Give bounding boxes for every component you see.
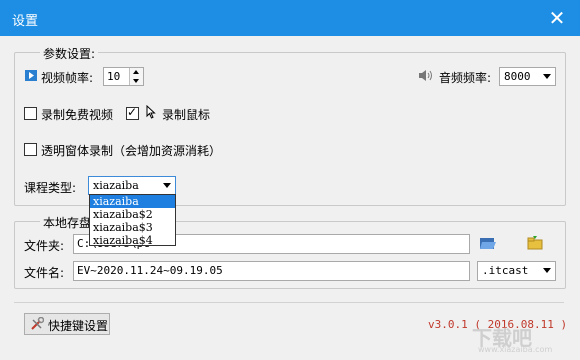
chevron-down-icon — [163, 183, 171, 188]
speaker-icon — [418, 69, 434, 82]
close-button[interactable]: ✕ — [540, 3, 574, 33]
dropdown-option[interactable]: xiazaiba — [90, 195, 175, 208]
video-icon — [25, 70, 37, 81]
frame-rate-label: 视频帧率: — [41, 71, 94, 85]
chevron-down-icon — [543, 268, 551, 273]
frame-rate-spinner[interactable]: 10 — [103, 67, 144, 86]
transparent-record-label: 透明窗体录制（会增加资源消耗） — [41, 144, 222, 158]
course-type-value: xiazaiba — [93, 179, 139, 192]
frame-rate-value: 10 — [107, 70, 121, 83]
params-legend: 参数设置: — [40, 45, 99, 62]
shortcut-settings-button[interactable]: 快捷键设置 — [24, 313, 110, 335]
extension-value: .itcast — [482, 264, 529, 277]
record-mouse-label: 录制鼠标 — [162, 108, 211, 122]
cursor-icon — [146, 104, 156, 119]
tools-icon — [30, 316, 45, 331]
title-bar — [0, 0, 580, 36]
record-free-video-checkbox[interactable] — [24, 107, 37, 120]
record-free-video-label: 录制免费视频 — [41, 108, 114, 122]
course-type-select[interactable]: xiazaiba — [88, 176, 176, 195]
storage-legend: 本地存盘 — [40, 214, 95, 231]
dropdown-option[interactable]: xiazaiba$4 — [90, 234, 175, 247]
window-title: 设置 — [12, 14, 39, 29]
audio-rate-value: 8000 — [504, 70, 531, 83]
record-mouse-checkbox[interactable] — [126, 105, 139, 120]
transparent-record-checkbox[interactable] — [24, 143, 37, 156]
shortcut-settings-label: 快捷键设置 — [48, 319, 109, 333]
course-type-label: 课程类型: — [24, 181, 77, 195]
extension-select[interactable]: .itcast — [477, 261, 556, 281]
folder-open-icon[interactable] — [479, 236, 497, 251]
spin-buttons[interactable] — [129, 68, 143, 85]
dropdown-option[interactable]: xiazaiba$2 — [90, 208, 175, 221]
audio-rate-label: 音频频率: — [439, 71, 492, 85]
divider — [14, 302, 564, 303]
spin-up-icon[interactable] — [133, 70, 139, 74]
filename-label: 文件名: — [24, 266, 65, 280]
folder-icon[interactable] — [527, 235, 543, 250]
course-type-dropdown: xiazaiba xiazaiba$2 xiazaiba$3 xiazaiba$… — [89, 194, 176, 247]
audio-rate-select[interactable]: 8000 — [499, 67, 556, 86]
dropdown-option[interactable]: xiazaiba$3 — [90, 221, 175, 234]
filename-input[interactable]: EV~2020.11.24~09.19.05 — [73, 261, 470, 281]
chevron-down-icon — [543, 74, 551, 79]
folder-label: 文件夹: — [24, 239, 65, 253]
spin-down-icon[interactable] — [133, 79, 139, 83]
watermark-url: www.xiazaiba.com — [478, 345, 553, 354]
